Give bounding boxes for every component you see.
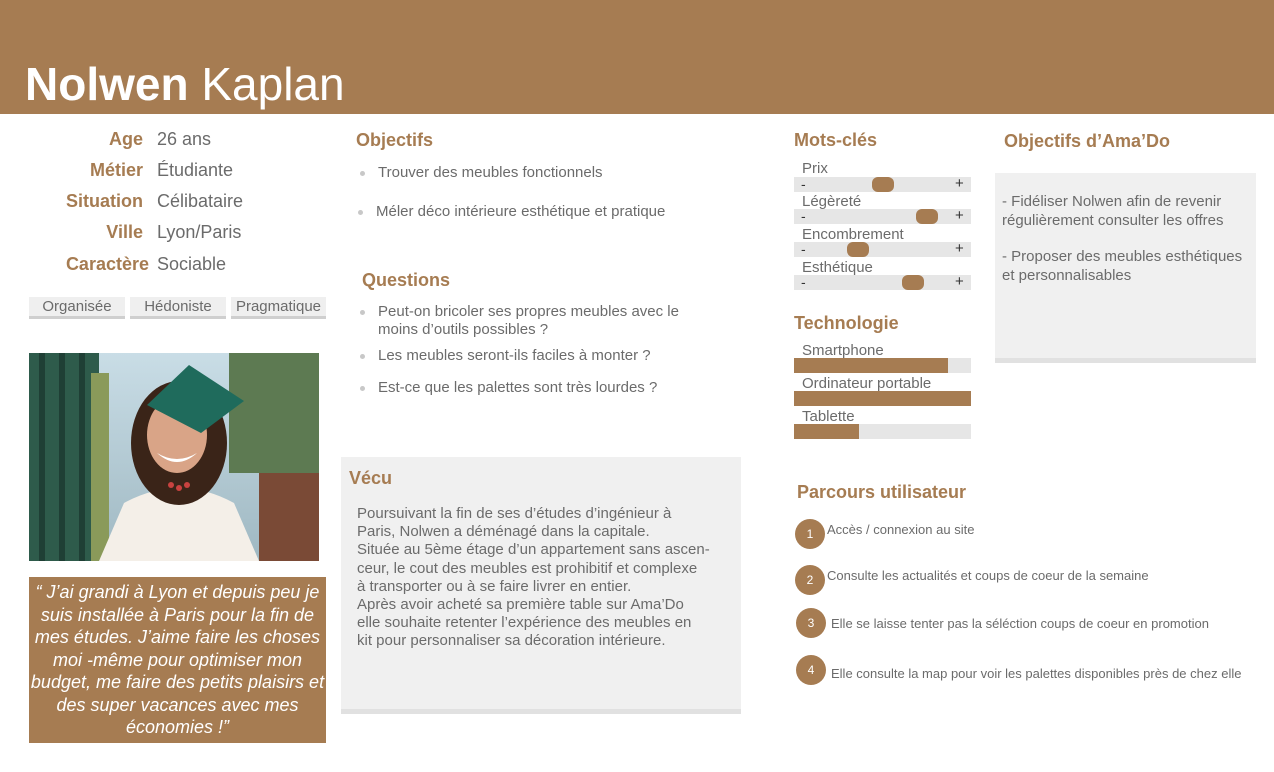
keyword-slider-knob — [846, 242, 869, 257]
amado-title: Objectifs d’Ama’Do — [1004, 131, 1171, 151]
character-label: Caractère — [65, 254, 149, 274]
minus-sign: - — [801, 241, 806, 257]
age-value: 26 ans — [157, 129, 212, 149]
step-number-badge: 2 — [795, 565, 825, 595]
step-number-badge: 4 — [796, 655, 826, 685]
situation-label: Situation — [66, 191, 143, 211]
city-label: Ville — [106, 222, 143, 242]
step-number-badge: 3 — [796, 608, 826, 638]
plus-sign: + — [955, 175, 964, 192]
tech-label: Tablette — [802, 408, 855, 425]
tech-bar-fill — [794, 391, 971, 406]
tag-organisee: Organisée — [29, 297, 125, 319]
keyword-slider — [794, 275, 971, 290]
question-item: Est-ce que les palettes sont très lourde… — [360, 379, 708, 397]
first-name: Nolwen — [25, 58, 189, 110]
situation-value: Célibataire — [157, 191, 244, 211]
step-text: Consulte les actualités et coups de coeu… — [827, 568, 1149, 583]
tech-bar-fill — [794, 358, 948, 373]
questions-title: Questions — [362, 270, 451, 290]
question-item: Les meubles seront-ils faciles à monter … — [360, 347, 708, 365]
plus-sign: + — [955, 240, 964, 257]
amado-item: - Proposer des meubles esthétiques et pe… — [1002, 248, 1243, 284]
last-name: Kaplan — [201, 58, 345, 110]
persona-name: Nolwen Kaplan — [25, 56, 345, 112]
minus-sign: - — [801, 208, 806, 224]
keyword-slider-knob — [915, 209, 938, 224]
persona-quote: “ J’ai grandi à Lyon et depuis peu je su… — [29, 577, 326, 743]
step-text: Accès / connexion au site — [827, 522, 975, 537]
parcours-title: Parcours utilisateur — [797, 482, 967, 502]
vecu-text: Poursuivant la fin de ses d’études d’ing… — [357, 505, 710, 650]
plus-sign: + — [955, 273, 964, 290]
step-text: Elle consulte la map pour voir les palet… — [831, 666, 1242, 681]
tech-label: Ordinateur portable — [802, 375, 932, 392]
keyword-slider-knob — [901, 275, 924, 290]
plus-sign: + — [955, 207, 964, 224]
minus-sign: - — [801, 274, 806, 290]
keyword-slider-knob — [871, 177, 894, 192]
tag-hedoniste: Hédoniste — [130, 297, 226, 319]
step-text: Elle se laisse tenter pas la séléction c… — [831, 616, 1209, 631]
minus-sign: - — [801, 176, 806, 192]
keyword-slider — [794, 242, 971, 257]
job-label: Métier — [89, 160, 143, 180]
tag-pragmatique: Pragmatique — [231, 297, 326, 319]
character-value: Sociable — [157, 254, 227, 274]
step-number-badge: 1 — [795, 519, 825, 549]
keyword-label: Encombrement — [802, 226, 904, 243]
keyword-slider — [794, 209, 971, 224]
technologie-title: Technologie — [794, 313, 899, 333]
objectif-item: Méler déco intérieure esthétique et prat… — [358, 203, 736, 221]
keywords-title: Mots-clés — [794, 130, 878, 150]
age-label: Age — [108, 129, 143, 149]
question-item: Peut-on bricoler ses propres meubles ave… — [360, 303, 708, 339]
keyword-label: Prix — [802, 160, 828, 177]
keyword-label: Esthétique — [802, 259, 873, 276]
objectif-item: Trouver des meubles fonctionnels — [360, 164, 738, 182]
objectifs-title: Objectifs — [356, 130, 434, 150]
job-value: Étudiante — [157, 160, 234, 180]
amado-item: - Fidéliser Nolwen afin de revenir régul… — [1002, 193, 1224, 229]
vecu-title: Vécu — [349, 468, 393, 488]
persona-photo — [29, 353, 319, 561]
keyword-label: Légèreté — [802, 193, 862, 210]
tech-label: Smartphone — [802, 342, 884, 359]
tech-bar-fill — [794, 424, 860, 439]
city-value: Lyon/Paris — [157, 222, 242, 242]
